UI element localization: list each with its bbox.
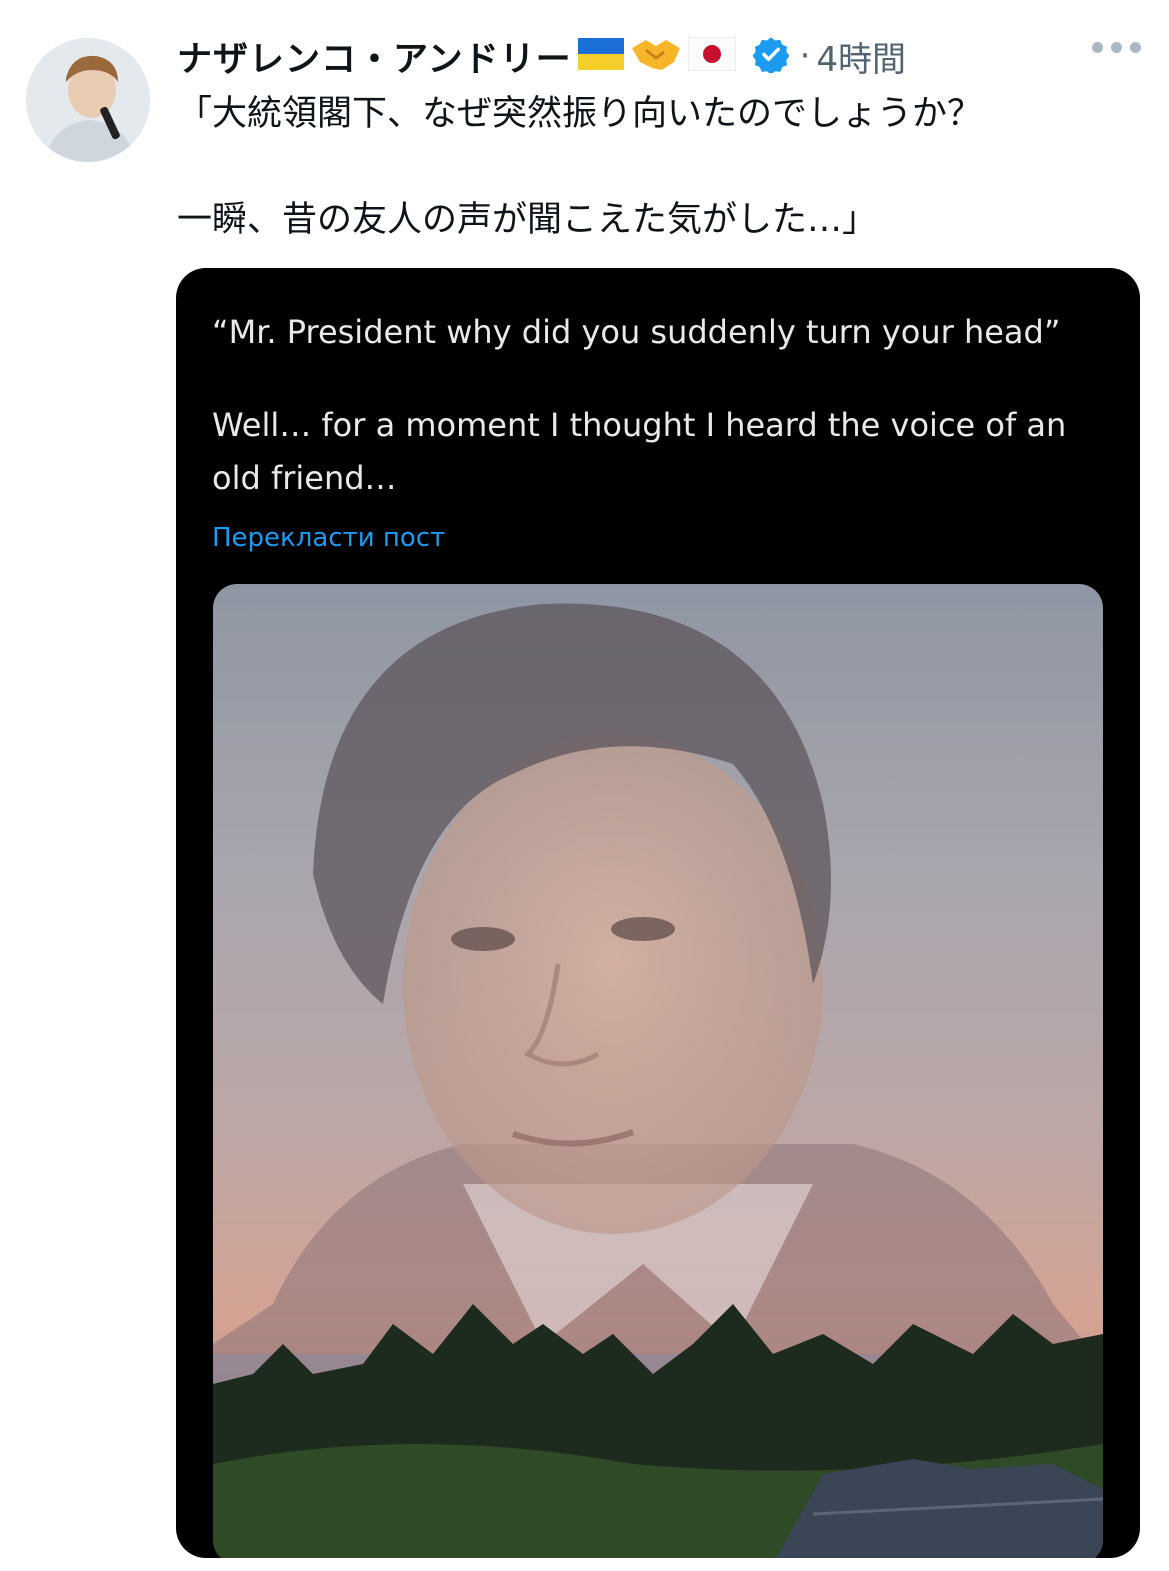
quoted-post-image[interactable] [213,584,1103,1558]
tweet-text: 「大統領閣下、なぜ突然振り向いたのでしょうか？ 一瞬、昔の友人の声が聞こえた気が… [177,88,982,246]
quoted-post-card[interactable]: “Mr. President why did you suddenly turn… [176,268,1140,1558]
tweet-text-line1: 「大統領閣下、なぜ突然振り向いたのでしょうか？ [177,94,983,134]
separator: · [799,36,811,76]
ukraine-flag-icon [577,38,624,74]
quoted-line2: Well… for a moment I thought I heard the… [212,405,1067,497]
translate-post-link[interactable]: Перекласти пост [212,523,445,553]
japan-flag-icon [687,36,737,75]
tweet-header: ナザレンコ・アンドリー · 4時間 [177,30,906,82]
more-options-icon[interactable] [1092,42,1141,53]
avatar[interactable] [26,38,150,162]
handshake-icon [630,34,682,78]
quoted-post-text: “Mr. President why did you suddenly turn… [212,306,1112,504]
display-name[interactable]: ナザレンコ・アンドリー [177,31,572,82]
tweet-text-line2: 一瞬、昔の友人の声が聞こえた気がした…」 [177,199,878,240]
timestamp[interactable]: 4時間 [816,32,906,81]
verified-badge-icon [752,35,790,77]
avatar-photo [26,38,150,162]
portrait-over-sunset-image [213,603,1103,1558]
quoted-line1: “Mr. President why did you suddenly turn… [212,313,1061,351]
